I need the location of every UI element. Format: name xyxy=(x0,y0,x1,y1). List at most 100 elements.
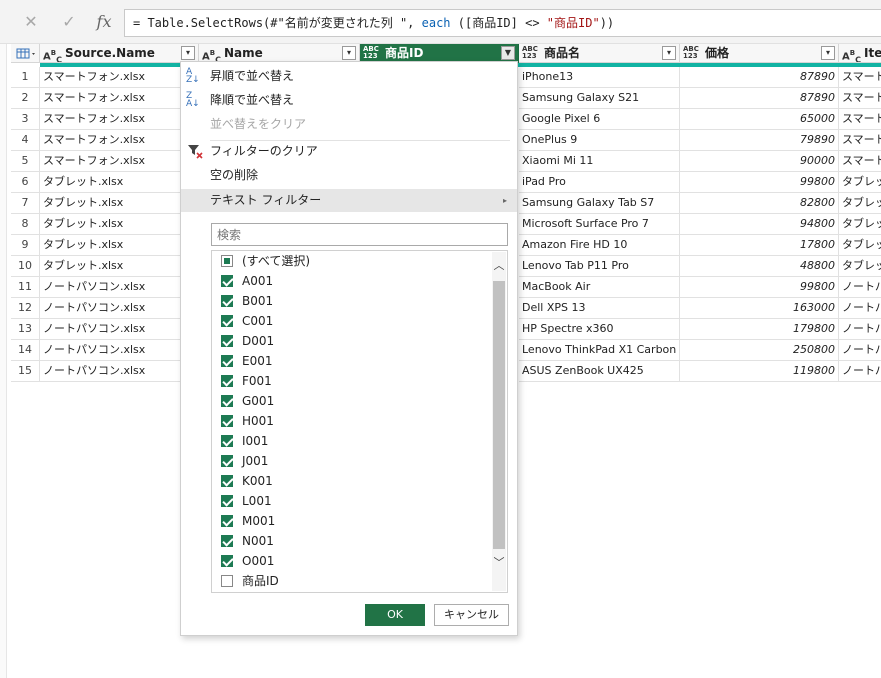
row-number[interactable]: 6 xyxy=(11,172,40,193)
checkbox[interactable] xyxy=(221,475,233,487)
table-cell[interactable]: 99800 xyxy=(680,172,839,193)
row-number[interactable]: 15 xyxy=(11,361,40,382)
table-cell[interactable]: Lenovo ThinkPad X1 Carbon xyxy=(519,340,680,361)
checkbox[interactable] xyxy=(221,435,233,447)
remove-empty-item[interactable]: 空の削除 xyxy=(181,164,517,187)
filter-value-item[interactable]: K001 xyxy=(221,471,273,491)
table-cell[interactable]: スマート xyxy=(839,88,881,109)
checkbox[interactable] xyxy=(221,375,233,387)
sort-ascending-item[interactable]: A Z↓ 昇順で並べ替え xyxy=(181,65,517,88)
table-cell[interactable]: Samsung Galaxy S21 xyxy=(519,88,680,109)
table-cell[interactable]: ノートパソコン.xlsx xyxy=(40,340,199,361)
row-number[interactable]: 11 xyxy=(11,277,40,298)
row-number[interactable]: 12 xyxy=(11,298,40,319)
filter-value-item[interactable]: E001 xyxy=(221,351,273,371)
table-cell[interactable]: スマート xyxy=(839,67,881,88)
checkbox[interactable] xyxy=(221,315,233,327)
table-cell[interactable]: ノートパソコン.xlsx xyxy=(40,277,199,298)
filter-value-item[interactable]: H001 xyxy=(221,411,274,431)
row-number[interactable]: 4 xyxy=(11,130,40,151)
table-cell[interactable]: タブレット.xlsx xyxy=(40,193,199,214)
row-number[interactable]: 9 xyxy=(11,235,40,256)
formula-input[interactable]: = Table.SelectRows(#"名前が変更された列 ", each (… xyxy=(124,9,881,37)
table-cell[interactable]: Xiaomi Mi 11 xyxy=(519,151,680,172)
row-number[interactable]: 5 xyxy=(11,151,40,172)
checkbox[interactable] xyxy=(221,395,233,407)
checkbox[interactable] xyxy=(221,275,233,287)
checkbox[interactable] xyxy=(221,575,233,587)
table-cell[interactable]: ノートパ xyxy=(839,319,881,340)
chevron-down-icon[interactable]: ▾ xyxy=(342,46,356,60)
text-filters-item[interactable]: テキスト フィルター ▸ xyxy=(181,189,517,212)
type-icon[interactable]: ABC 123 xyxy=(363,46,383,62)
table-cell[interactable]: Dell XPS 13 xyxy=(519,298,680,319)
filter-value-item[interactable]: B001 xyxy=(221,291,273,311)
table-cell[interactable]: Lenovo Tab P11 Pro xyxy=(519,256,680,277)
checkbox[interactable] xyxy=(221,515,233,527)
row-number[interactable]: 13 xyxy=(11,319,40,340)
chevron-down-icon[interactable]: ▾ xyxy=(662,46,676,60)
table-cell[interactable]: スマートフォン.xlsx xyxy=(40,151,199,172)
checkbox[interactable] xyxy=(221,355,233,367)
table-menu-button[interactable] xyxy=(11,44,40,63)
type-icon[interactable]: ABC xyxy=(202,46,222,62)
table-cell[interactable]: MacBook Air xyxy=(519,277,680,298)
filter-value-item[interactable]: D001 xyxy=(221,331,274,351)
list-scrollbar[interactable]: ︿ ﹀ xyxy=(492,252,506,591)
filter-value-item[interactable]: L001 xyxy=(221,491,272,511)
table-cell[interactable]: 90000 xyxy=(680,151,839,172)
filter-value-item[interactable]: O001 xyxy=(221,551,274,571)
type-icon[interactable]: ABC xyxy=(43,46,63,62)
table-cell[interactable]: ASUS ZenBook UX425 xyxy=(519,361,680,382)
row-number[interactable]: 3 xyxy=(11,109,40,130)
type-icon[interactable]: ABC xyxy=(842,46,862,62)
search-input[interactable] xyxy=(211,223,508,246)
filter-value-item[interactable]: A001 xyxy=(221,271,273,291)
table-cell[interactable]: タブレット.xlsx xyxy=(40,172,199,193)
checkbox[interactable] xyxy=(221,295,233,307)
cancel-button[interactable]: キャンセル xyxy=(434,604,509,626)
clear-filter-item[interactable]: フィルターのクリア xyxy=(181,140,517,163)
table-cell[interactable]: タブレッ xyxy=(839,172,881,193)
checkbox[interactable] xyxy=(221,495,233,507)
table-cell[interactable]: HP Spectre x360 xyxy=(519,319,680,340)
filter-value-item[interactable]: J001 xyxy=(221,451,268,471)
table-cell[interactable]: 179800 xyxy=(680,319,839,340)
table-cell[interactable]: タブレッ xyxy=(839,193,881,214)
scrollbar-thumb[interactable] xyxy=(493,281,505,549)
table-cell[interactable]: スマートフォン.xlsx xyxy=(40,88,199,109)
table-cell[interactable]: iPad Pro xyxy=(519,172,680,193)
table-cell[interactable]: タブレッ xyxy=(839,235,881,256)
filter-value-item[interactable]: M001 xyxy=(221,511,275,531)
filter-icon[interactable]: ▼ xyxy=(501,46,515,60)
row-number[interactable]: 2 xyxy=(11,88,40,109)
close-icon[interactable]: ✕ xyxy=(20,12,42,32)
table-cell[interactable]: スマートフォン.xlsx xyxy=(40,67,199,88)
table-cell[interactable]: OnePlus 9 xyxy=(519,130,680,151)
table-cell[interactable]: スマートフォン.xlsx xyxy=(40,130,199,151)
table-cell[interactable]: 17800 xyxy=(680,235,839,256)
table-cell[interactable]: 119800 xyxy=(680,361,839,382)
table-cell[interactable]: タブレット.xlsx xyxy=(40,235,199,256)
table-cell[interactable]: スマート xyxy=(839,151,881,172)
checkbox[interactable] xyxy=(221,455,233,467)
row-number[interactable]: 10 xyxy=(11,256,40,277)
select-all-item[interactable]: (すべて選択) xyxy=(221,251,310,271)
table-cell[interactable]: スマート xyxy=(839,130,881,151)
table-cell[interactable]: タブレット.xlsx xyxy=(40,256,199,277)
table-cell[interactable]: 79890 xyxy=(680,130,839,151)
filter-value-item[interactable]: 商品ID xyxy=(221,571,279,591)
column-header[interactable]: ABC 123 商品名 ▾ xyxy=(519,44,680,63)
table-cell[interactable]: スマート xyxy=(839,109,881,130)
table-cell[interactable]: ノートパ xyxy=(839,298,881,319)
table-cell[interactable]: 65000 xyxy=(680,109,839,130)
select-all-checkbox[interactable] xyxy=(221,255,233,267)
chevron-up-icon[interactable]: ︿ xyxy=(492,259,506,273)
table-cell[interactable]: 250800 xyxy=(680,340,839,361)
table-cell[interactable]: ノートパ xyxy=(839,361,881,382)
row-number[interactable]: 14 xyxy=(11,340,40,361)
table-cell[interactable]: ノートパソコン.xlsx xyxy=(40,361,199,382)
table-cell[interactable]: 48800 xyxy=(680,256,839,277)
table-cell[interactable]: 87890 xyxy=(680,88,839,109)
column-header[interactable]: ABC 123 価格 ▾ xyxy=(680,44,839,63)
